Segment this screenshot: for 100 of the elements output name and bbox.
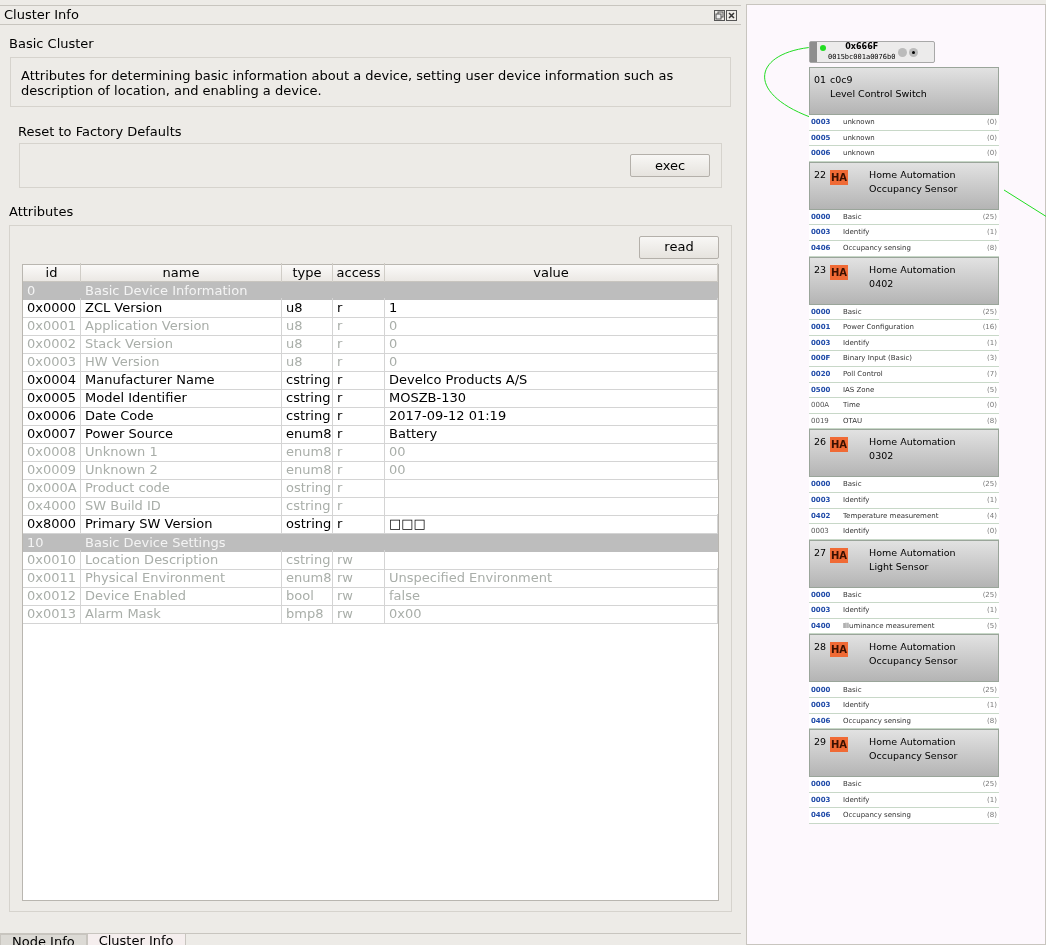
endpoint-number: 26 bbox=[814, 435, 828, 450]
table-cell: Application Version bbox=[81, 316, 282, 336]
section-title: Basic Cluster bbox=[9, 35, 95, 53]
table-cell: u8 bbox=[282, 352, 333, 372]
table-cell: Unknown 1 bbox=[81, 442, 282, 462]
table-cell: 0x0004 bbox=[23, 370, 81, 390]
cluster-description: Attributes for determining basic information about a device, setting user device information such as description of location, and enabling a device. bbox=[21, 67, 675, 98]
table-cell: r bbox=[333, 442, 385, 462]
table-cell: r bbox=[333, 298, 385, 318]
endpoint-title: Home Automation bbox=[869, 640, 957, 655]
endpoint-title: Home Automation bbox=[869, 545, 956, 560]
table-cell: u8 bbox=[282, 316, 333, 336]
table-cell: r bbox=[333, 334, 385, 354]
table-cell: ostring bbox=[282, 478, 333, 498]
table-cell: 00 bbox=[385, 460, 718, 480]
table-cell: Location Description bbox=[81, 550, 282, 570]
table-cell: ostring bbox=[282, 514, 333, 534]
endpoint-subtitle: Occupancy Sensor bbox=[869, 181, 958, 196]
table-cell: bmp8 bbox=[282, 604, 333, 624]
endpoint-subtitle: Occupancy Sensor bbox=[869, 749, 958, 764]
table-cell: 0x0008 bbox=[23, 442, 81, 462]
table-cell: r bbox=[333, 496, 385, 516]
profile-badge: HA bbox=[830, 737, 849, 753]
table-cell: Device Enabled bbox=[81, 586, 282, 606]
table-cell: 0x0012 bbox=[23, 586, 81, 606]
endpoint-number: 22 bbox=[814, 167, 828, 182]
connection-line bbox=[1003, 189, 1046, 218]
endpoint-title: Home Automation bbox=[869, 167, 957, 182]
endpoint-number: 01 bbox=[814, 73, 828, 87]
table-cell: 0x0007 bbox=[23, 424, 81, 444]
close-icon[interactable] bbox=[726, 9, 737, 21]
table-cell: rw bbox=[333, 568, 385, 588]
table-cell: r bbox=[333, 316, 385, 336]
endpoint-header[interactable]: 01 c0c9 Level Control Switch bbox=[809, 67, 999, 115]
table-cell: Battery bbox=[385, 424, 718, 444]
table-cell: r bbox=[333, 478, 385, 498]
table-cell: 0x00 bbox=[385, 604, 718, 624]
panel-title: Cluster Info bbox=[4, 6, 79, 25]
table-cell: HW Version bbox=[81, 352, 282, 372]
table-cell: Unknown 2 bbox=[81, 460, 282, 480]
endpoint-subtitle: 0402 bbox=[869, 276, 895, 291]
table-cell: 0x0009 bbox=[23, 460, 81, 480]
table-cell: 1 bbox=[385, 298, 718, 318]
table-cell: 0x0011 bbox=[23, 568, 81, 588]
table-cell: Model Identifier bbox=[81, 388, 282, 408]
table-cell: 0x8000 bbox=[23, 514, 81, 534]
endpoint-header[interactable]: 23 HA Home Automation 0402 bbox=[809, 256, 999, 305]
table-cell: 0 bbox=[385, 334, 718, 354]
table-cell: SW Build ID bbox=[81, 496, 282, 516]
read-button[interactable]: read bbox=[639, 235, 719, 259]
table-cell: r bbox=[333, 352, 385, 372]
table-cell: 0x0003 bbox=[23, 352, 81, 372]
table-cell: cstring bbox=[282, 406, 333, 426]
table-cell: Date Code bbox=[81, 406, 282, 426]
endpoint-header[interactable]: 29 HA Home Automation Occupancy Sensor bbox=[809, 729, 999, 778]
endpoint-title: c0c9 bbox=[830, 73, 854, 87]
section-title: Attributes bbox=[9, 203, 75, 221]
table-cell: cstring bbox=[282, 496, 333, 516]
table-cell: enum8 bbox=[282, 460, 333, 480]
table-cell: rw bbox=[333, 604, 385, 624]
table-cell: 0x0013 bbox=[23, 604, 81, 624]
bottom-tab[interactable]: Cluster Info bbox=[86, 934, 186, 945]
table-cell: 0x0006 bbox=[23, 406, 81, 426]
table-cell: Unspecified Environment bbox=[385, 568, 718, 588]
endpoint-number: 28 bbox=[814, 640, 828, 655]
endpoint-subtitle: Occupancy Sensor bbox=[869, 654, 958, 669]
exec-button[interactable]: exec bbox=[630, 154, 710, 177]
table-cell: u8 bbox=[282, 334, 333, 354]
profile-badge: HA bbox=[830, 437, 849, 453]
table-cell: r bbox=[333, 424, 385, 444]
section-title: Reset to Factory Defaults bbox=[18, 122, 183, 141]
record-icon[interactable] bbox=[909, 47, 919, 57]
table-cell: 0x0000 bbox=[23, 298, 81, 318]
table-cell: 2017-09-12 01:19 bbox=[385, 406, 718, 426]
endpoint-number: 23 bbox=[814, 262, 828, 277]
endpoint-subtitle: Level Control Switch bbox=[830, 87, 927, 101]
endpoint-number: 27 bbox=[814, 545, 828, 560]
table-cell: r bbox=[333, 370, 385, 390]
endpoint-title: Home Automation bbox=[869, 735, 957, 750]
table-cell: r bbox=[333, 514, 385, 534]
table-cell: 0x000A bbox=[23, 478, 81, 498]
endpoint-header[interactable]: 28 HA Home Automation Occupancy Sensor bbox=[809, 634, 999, 683]
table-cell: u8 bbox=[282, 298, 333, 318]
table-cell: enum8 bbox=[282, 424, 333, 444]
endpoint-header[interactable]: 22 HA Home Automation Occupancy Sensor bbox=[809, 161, 999, 210]
table-cell: Alarm Mask bbox=[81, 604, 282, 624]
table-cell: 0 bbox=[385, 316, 718, 336]
table-cell: Power Source bbox=[81, 424, 282, 444]
node-address: 0x666F bbox=[845, 42, 879, 52]
table-cell: r bbox=[333, 388, 385, 408]
table-cell: 0x0002 bbox=[23, 334, 81, 354]
endpoint-header[interactable]: 27 HA Home Automation Light Sensor bbox=[809, 539, 999, 588]
endpoint-header[interactable]: 26 HA Home Automation 0302 bbox=[809, 429, 999, 478]
endpoint-number: 29 bbox=[814, 735, 828, 750]
table-cell: Manufacturer Name bbox=[81, 370, 282, 390]
float-icon[interactable] bbox=[714, 9, 725, 21]
endpoint-title: Home Automation bbox=[869, 262, 956, 277]
endpoint-subtitle: 0302 bbox=[869, 449, 895, 464]
table-cell: rw bbox=[333, 586, 385, 606]
table-cell: 00 bbox=[385, 442, 718, 462]
